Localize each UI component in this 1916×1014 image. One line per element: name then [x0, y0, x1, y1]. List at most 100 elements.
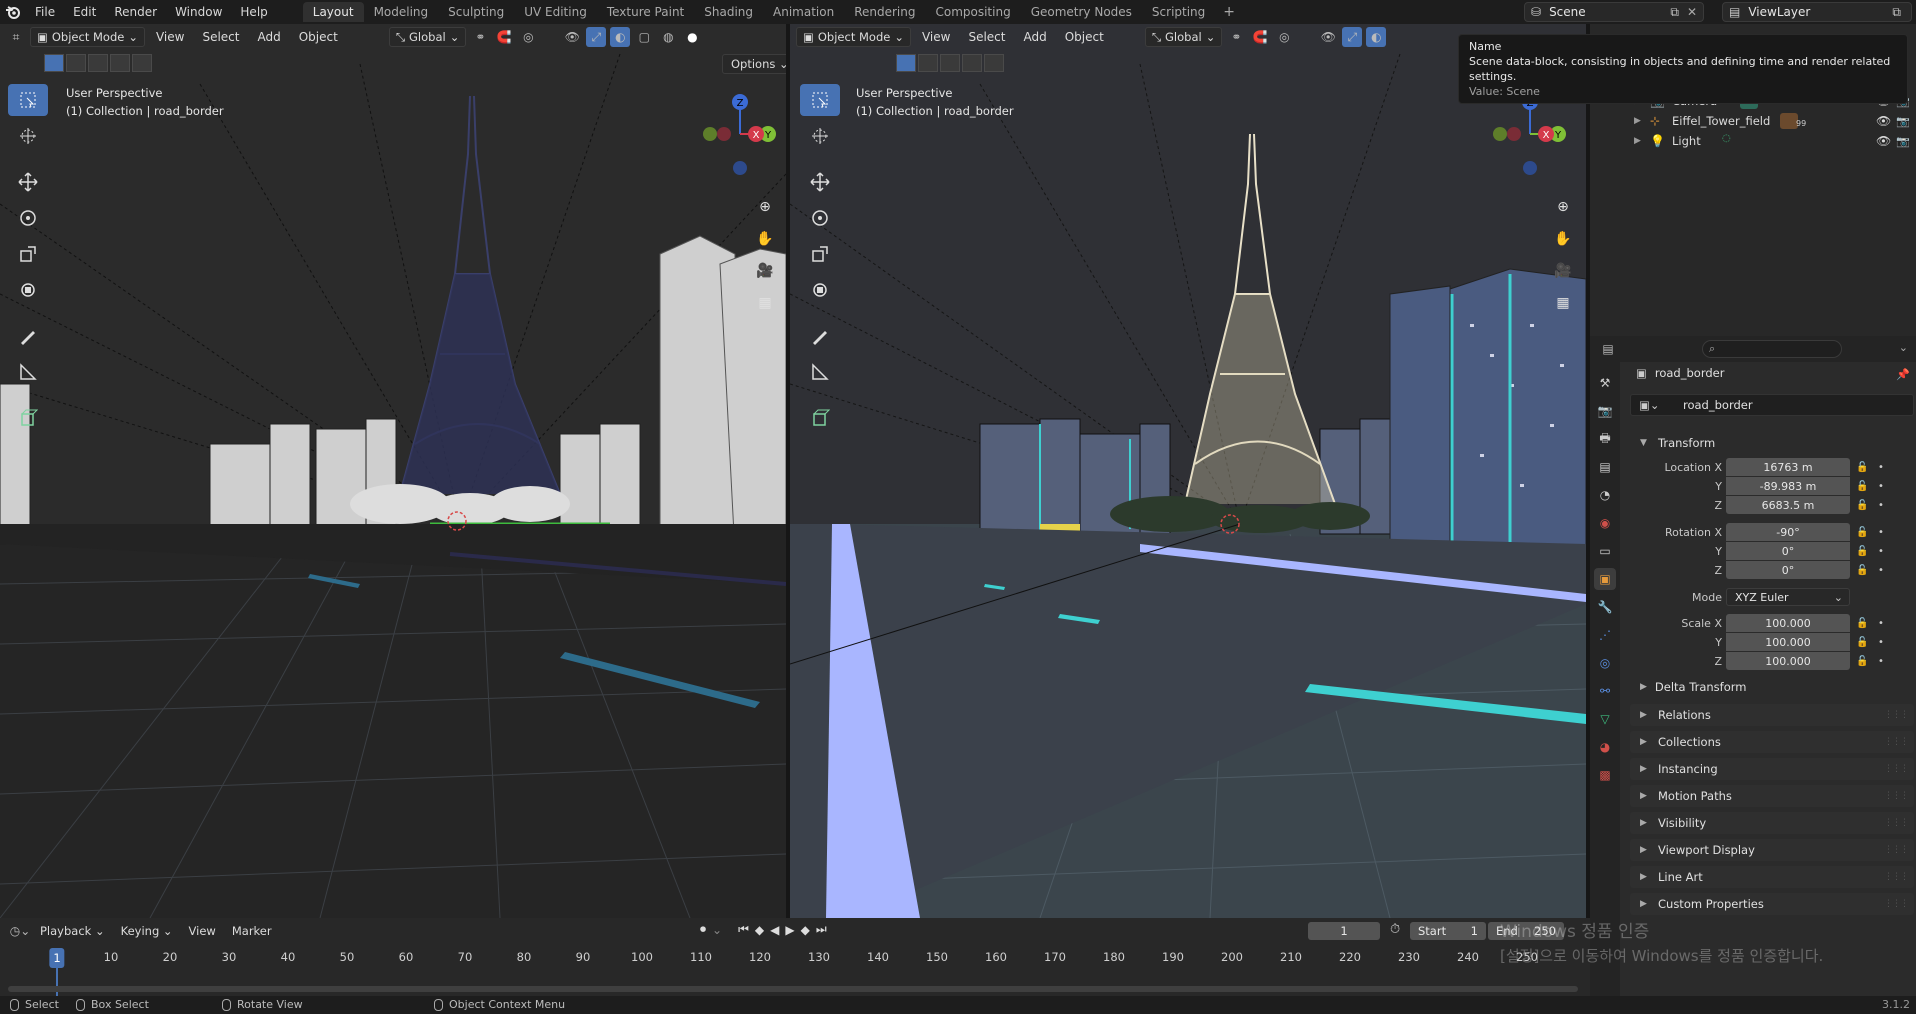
- timer-icon[interactable]: ⏱: [1390, 922, 1400, 937]
- play-icon[interactable]: ▶: [785, 923, 794, 937]
- data-tab-icon[interactable]: ▽: [1594, 708, 1616, 730]
- jump-keyframe-back-icon[interactable]: ◆: [755, 923, 764, 937]
- menu-add[interactable]: Add: [1016, 30, 1053, 44]
- eye-icon[interactable]: 👁: [1876, 114, 1891, 128]
- pan-hand-icon[interactable]: ✋: [1550, 226, 1576, 252]
- scale-x-field[interactable]: 100.000: [1726, 614, 1850, 632]
- particles-tab-icon[interactable]: ⋰: [1594, 624, 1616, 646]
- expand-arrow-icon[interactable]: ▶: [1634, 136, 1641, 146]
- overlay-toggle-icon[interactable]: ◐: [1366, 27, 1387, 47]
- view-layer-tab-icon[interactable]: ▤: [1594, 456, 1616, 478]
- zoom-icon[interactable]: ⊕: [1550, 194, 1576, 220]
- menu-select[interactable]: Select: [195, 30, 246, 44]
- viewport-left[interactable]: ⌗ ▣ Object Mode ⌄ View Select Add Object ⤡…: [0, 24, 786, 918]
- start-frame-field[interactable]: Start 1: [1410, 922, 1486, 940]
- rotation-x-field[interactable]: -90°: [1726, 523, 1850, 541]
- visibility-icon[interactable]: 👁: [562, 27, 582, 47]
- options-dropdown[interactable]: Options ⌄: [722, 54, 786, 74]
- keyframe-dot-icon[interactable]: •: [1878, 462, 1884, 473]
- viewport-right[interactable]: ▣ Object Mode ⌄ View Select Add Object ⤡ Gl…: [790, 24, 1586, 918]
- constraints-tab-icon[interactable]: ⚯: [1594, 680, 1616, 702]
- jump-keyframe-forward-icon[interactable]: ◆: [801, 923, 810, 937]
- menu-view[interactable]: View: [915, 30, 957, 44]
- view-layer-selector[interactable]: ▤ ViewLayer ⧉: [1722, 2, 1912, 22]
- scale-tool-icon[interactable]: [800, 238, 840, 270]
- cursor-tool-icon[interactable]: [800, 120, 840, 152]
- lock-icon[interactable]: 🔓: [1856, 481, 1868, 492]
- menu-render[interactable]: Render: [105, 0, 166, 24]
- location-y-field[interactable]: -89.983 m: [1726, 477, 1850, 495]
- drag-grip-icon[interactable]: ⋮⋮⋮: [1884, 764, 1909, 774]
- eye-icon[interactable]: 👁: [1876, 134, 1891, 148]
- keyframe-dot-icon[interactable]: •: [1878, 656, 1884, 667]
- pivot-icon[interactable]: ⚭: [470, 27, 490, 47]
- select-invert-button[interactable]: [962, 54, 982, 72]
- lock-icon[interactable]: 🔓: [1856, 500, 1868, 511]
- shading-solid-icon[interactable]: ●: [682, 27, 702, 47]
- drag-grip-icon[interactable]: ⋮⋮⋮: [1884, 791, 1909, 801]
- lock-icon[interactable]: 🔓: [1856, 462, 1868, 473]
- panel-line-art[interactable]: ▶ Line Art ⋮⋮⋮: [1630, 866, 1914, 888]
- scale-y-field[interactable]: 100.000: [1726, 633, 1850, 651]
- lock-icon[interactable]: 🔓: [1856, 656, 1868, 667]
- menu-playback[interactable]: Playback ⌄: [34, 924, 111, 938]
- menu-select[interactable]: Select: [961, 30, 1012, 44]
- jump-end-icon[interactable]: ⏭: [816, 922, 827, 937]
- panel-viewport-display[interactable]: ▶ Viewport Display ⋮⋮⋮: [1630, 839, 1914, 861]
- tab-sculpting[interactable]: Sculpting: [438, 2, 514, 22]
- select-box-tool-icon[interactable]: [8, 84, 48, 116]
- select-intersect-button[interactable]: [984, 54, 1004, 72]
- world-tab-icon[interactable]: ◉: [1594, 512, 1616, 534]
- add-workspace-button[interactable]: +: [1215, 4, 1243, 20]
- tab-animation[interactable]: Animation: [763, 2, 844, 22]
- menu-window[interactable]: Window: [166, 0, 231, 24]
- mode-dropdown[interactable]: ▣ Object Mode ⌄: [30, 27, 145, 47]
- snap-icon[interactable]: 🧲: [494, 27, 514, 47]
- menu-file[interactable]: File: [26, 0, 64, 24]
- proportional-edit-icon[interactable]: ◎: [518, 27, 538, 47]
- frame-ruler[interactable]: 1 10 20 30 40 50 60 70 80 90 100 110 120…: [0, 948, 1590, 996]
- lock-icon[interactable]: 🔓: [1856, 527, 1868, 538]
- ortho-grid-icon[interactable]: ▦: [752, 290, 778, 316]
- select-new-button[interactable]: [44, 54, 64, 72]
- proportional-edit-icon[interactable]: ◎: [1274, 27, 1294, 47]
- pan-hand-icon[interactable]: ✋: [752, 226, 778, 252]
- tab-uv-editing[interactable]: UV Editing: [514, 2, 597, 22]
- menu-edit[interactable]: Edit: [64, 0, 105, 24]
- drag-grip-icon[interactable]: ⋮⋮⋮: [1884, 737, 1909, 747]
- transform-tool-icon[interactable]: [800, 274, 840, 306]
- tab-geometry-nodes[interactable]: Geometry Nodes: [1021, 2, 1142, 22]
- subpanel-delta-transform[interactable]: ▶ Delta Transform: [1640, 680, 1746, 694]
- modifier-tab-icon[interactable]: 🔧: [1594, 596, 1616, 618]
- visibility-icon[interactable]: 👁: [1318, 27, 1338, 47]
- current-frame-field[interactable]: 1: [1308, 922, 1380, 940]
- tab-compositing[interactable]: Compositing: [925, 2, 1020, 22]
- drag-grip-icon[interactable]: ⋮⋮⋮: [1884, 899, 1909, 909]
- properties-search-input[interactable]: ⌕: [1702, 340, 1842, 358]
- drag-grip-icon[interactable]: ⋮⋮⋮: [1884, 818, 1909, 828]
- keyframe-dot-icon[interactable]: •: [1878, 500, 1884, 511]
- xray-icon[interactable]: ▢: [634, 27, 654, 47]
- keyframe-dot-icon[interactable]: •: [1878, 565, 1884, 576]
- rotation-y-field[interactable]: 0°: [1726, 542, 1850, 560]
- drag-grip-icon[interactable]: ⋮⋮⋮: [1884, 710, 1909, 720]
- location-x-field[interactable]: 16763 m: [1726, 458, 1850, 476]
- render-tab-icon[interactable]: 📷: [1594, 400, 1616, 422]
- menu-marker[interactable]: Marker: [226, 924, 278, 938]
- keyframe-dot-icon[interactable]: •: [1878, 637, 1884, 648]
- close-icon[interactable]: ✕: [1687, 5, 1697, 19]
- keyframe-dot-icon[interactable]: •: [1878, 546, 1884, 557]
- drag-grip-icon[interactable]: ⋮⋮⋮: [1884, 872, 1909, 882]
- snap-icon[interactable]: 🧲: [1250, 27, 1270, 47]
- object-name-field[interactable]: ▣⌄ road_border: [1630, 394, 1914, 416]
- rotate-tool-icon[interactable]: [800, 202, 840, 234]
- measure-tool-icon[interactable]: [800, 356, 840, 388]
- expand-arrow-icon[interactable]: ▶: [1634, 116, 1641, 126]
- orientation-dropdown[interactable]: ⤡ Global ⌄: [388, 27, 467, 47]
- rotation-mode-dropdown[interactable]: XYZ Euler ⌄: [1726, 588, 1850, 606]
- select-box-tool-icon[interactable]: [800, 84, 840, 116]
- panel-transform[interactable]: ▼ Transform: [1630, 432, 1914, 454]
- rotate-tool-icon[interactable]: [8, 202, 48, 234]
- timeline-scrollbar[interactable]: [8, 986, 1578, 992]
- blender-logo-icon[interactable]: [0, 0, 26, 24]
